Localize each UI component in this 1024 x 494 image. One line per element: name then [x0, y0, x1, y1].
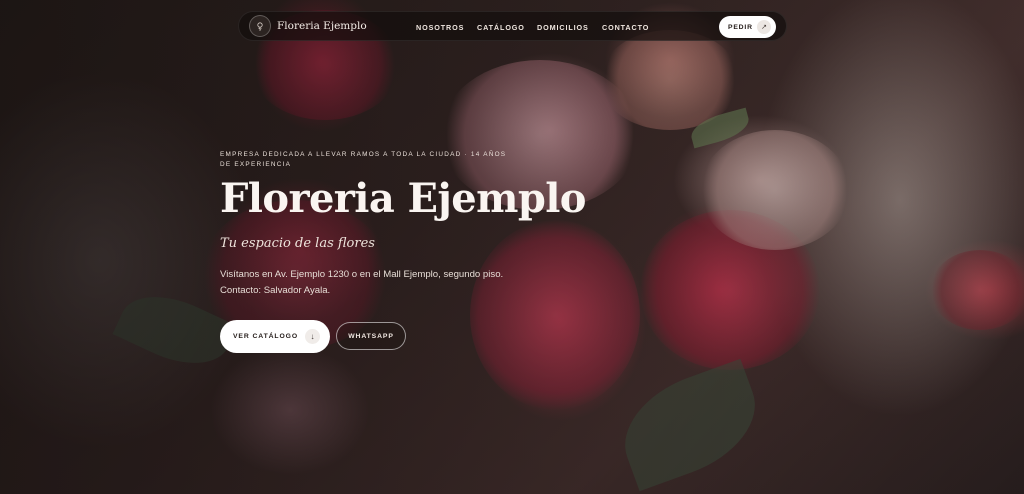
- view-catalog-button[interactable]: VER CATÁLOGO ↓: [220, 320, 330, 353]
- view-catalog-label: VER CATÁLOGO: [233, 333, 299, 340]
- hero-contact: Contacto: Salvador Ayala.: [220, 285, 331, 296]
- nav-link-contacto[interactable]: CONTACTO: [602, 23, 649, 32]
- flower-logo-icon: [257, 22, 263, 31]
- top-navbar: Floreria Ejemplo NOSOTROS CATÁLOGO DOMIC…: [238, 11, 787, 41]
- nav-link-domicilios[interactable]: DOMICILIOS: [537, 23, 589, 32]
- whatsapp-button[interactable]: WHATSAPP: [336, 322, 406, 350]
- nav-link-catalogo[interactable]: CATÁLOGO: [477, 23, 525, 32]
- arrow-down-icon: ↓: [305, 329, 320, 344]
- hero-title: Floreria Ejemplo: [220, 175, 586, 222]
- brand-name[interactable]: Floreria Ejemplo: [277, 20, 367, 32]
- order-button-label: PEDIR: [728, 23, 753, 31]
- nav-link-nosotros[interactable]: NOSOTROS: [416, 23, 464, 32]
- hero-subtitle: Tu espacio de las flores: [220, 236, 375, 251]
- order-button[interactable]: PEDIR ↗: [719, 16, 776, 38]
- brand-logo[interactable]: [249, 15, 271, 37]
- hero-overlay: [0, 0, 1024, 494]
- arrow-up-right-icon: ↗: [757, 20, 771, 34]
- hero-kicker: EMPRESA DEDICADA A LLEVAR RAMOS A TODA L…: [220, 151, 507, 168]
- hero-address: Visítanos en Av. Ejemplo 1230 o en el Ma…: [220, 269, 504, 280]
- whatsapp-label: WHATSAPP: [348, 332, 394, 340]
